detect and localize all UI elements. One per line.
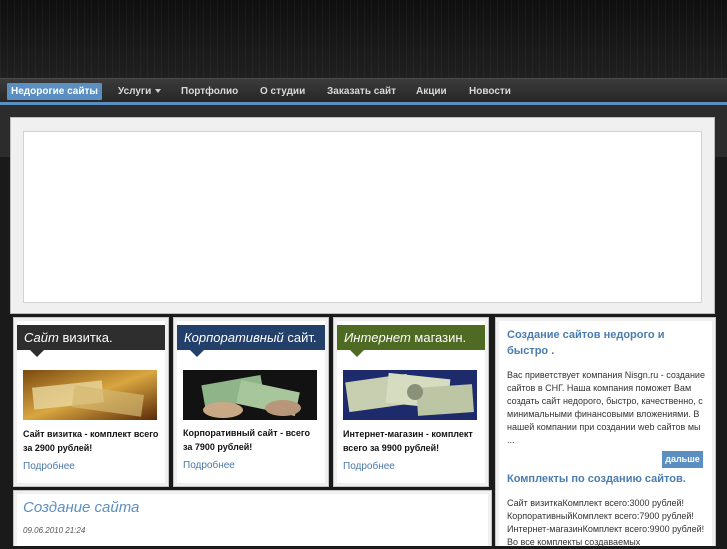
- chevron-down-icon: [155, 89, 162, 94]
- banner-slider: [10, 117, 715, 314]
- article: Создание сайта 09.06.2010 21:24: [13, 490, 492, 546]
- heading-arrow-icon: [350, 350, 364, 357]
- nav-item-portfolio[interactable]: Портфолио: [177, 83, 242, 100]
- nav-item-order[interactable]: Заказать сайт: [323, 83, 400, 100]
- product-card-heading: Интернет магазин.: [337, 325, 485, 350]
- more-link[interactable]: Подробнее: [343, 461, 395, 472]
- nav-item-news[interactable]: Новости: [465, 83, 515, 100]
- nav-item-cheap-sites[interactable]: Недорогие сайты: [7, 83, 102, 100]
- more-button[interactable]: дальше: [662, 451, 703, 468]
- product-card-online-store: Интернет магазин. Интернет-магазин - ком…: [333, 317, 489, 487]
- product-card-business-card: Сайт визитка. Сайт визитка - комплект вс…: [13, 317, 169, 487]
- product-card-heading: Сайт визитка.: [17, 325, 165, 350]
- more-link[interactable]: Подробнее: [183, 460, 235, 471]
- nav-item-services[interactable]: Услуги: [114, 83, 165, 100]
- product-description: Сайт визитка - комплект всего за 2900 ру…: [23, 429, 159, 453]
- nav-item-about[interactable]: О студии: [256, 83, 309, 100]
- main-nav: Недорогие сайты Услуги Портфолио О студи…: [0, 78, 727, 103]
- sidebar-section-text: Сайт визиткаКомплект всего:3000 рублей! …: [507, 498, 705, 547]
- banner-area: [23, 131, 702, 303]
- money-image: [23, 370, 157, 420]
- article-date: 09.06.2010 21:24: [23, 526, 86, 535]
- heading-arrow-icon: [190, 350, 204, 357]
- more-link[interactable]: Подробнее: [23, 461, 75, 472]
- heading-arrow-icon: [30, 350, 44, 357]
- site-header: [0, 0, 727, 78]
- money-hands-image: [183, 370, 317, 420]
- sidebar-section-title: Комплекты по созданию сайтов.: [507, 473, 686, 485]
- nav-item-promo[interactable]: Акции: [412, 83, 451, 100]
- product-description: Корпоративный сайт - всего за 7900 рубле…: [183, 428, 311, 452]
- product-card-corporate: Корпоративный сайт. Корпоративный сайт -…: [173, 317, 329, 487]
- nav-item-services-label: Услуги: [118, 86, 152, 97]
- dollar-bills-image: [343, 370, 477, 420]
- product-card-heading: Корпоративный сайт.: [177, 325, 325, 350]
- sidebar-title: Создание сайтов недорого и быстро .: [507, 329, 665, 357]
- sidebar-intro: Вас приветствует компания Nisgn.ru - соз…: [507, 370, 705, 445]
- sidebar: Создание сайтов недорого и быстро . Вас …: [495, 317, 716, 547]
- product-description: Интернет-магазин - комплект всего за 990…: [343, 429, 473, 453]
- article-title[interactable]: Создание сайта: [23, 499, 139, 516]
